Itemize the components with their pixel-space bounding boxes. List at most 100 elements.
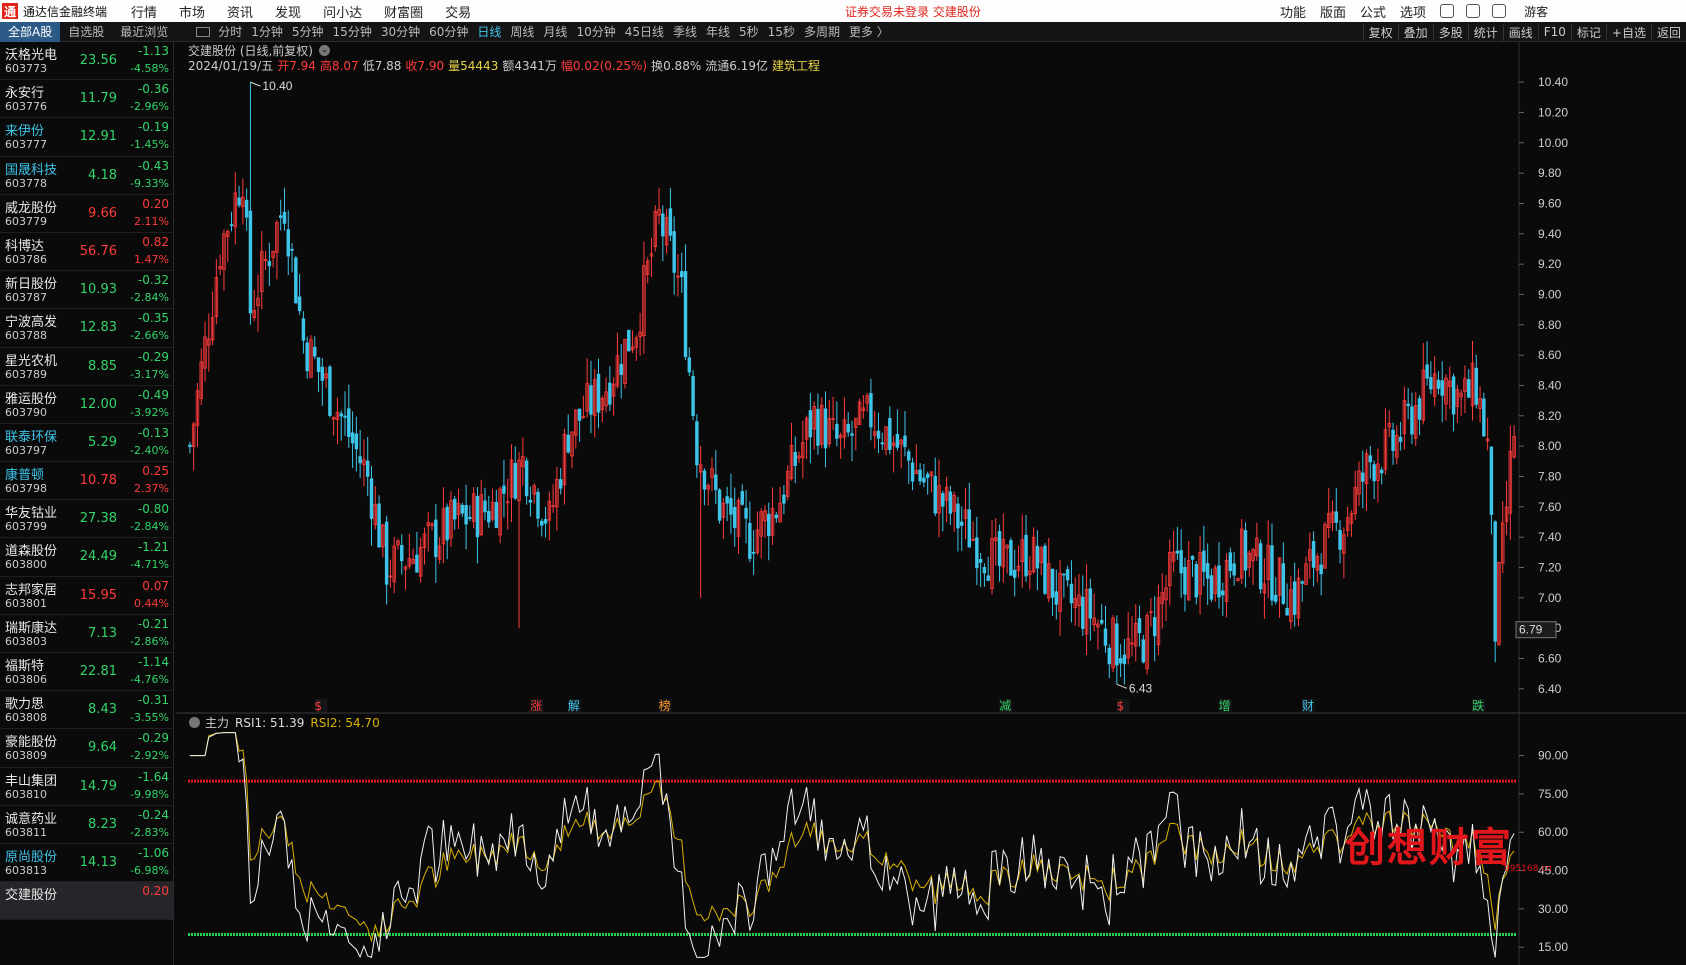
- stock-name: 康普顿: [5, 468, 45, 484]
- rsi2-line: [189, 732, 1515, 943]
- candle-body: [619, 364, 623, 375]
- refresh-icon[interactable]: [1440, 4, 1455, 18]
- period-tab-13[interactable]: 5秒: [739, 23, 759, 40]
- stock-row[interactable]: 志邦家居 603801 15.95 0.07 0.44%: [0, 577, 173, 615]
- candle-body: [278, 215, 283, 218]
- candle-body: [1175, 550, 1180, 554]
- stock-row[interactable]: 星光农机 603789 8.85 -0.29 -3.17%: [0, 348, 173, 386]
- menu-item-1[interactable]: 市场: [179, 2, 205, 21]
- tool-btn-7[interactable]: +自选: [1605, 23, 1651, 41]
- stock-row[interactable]: 沃格光电 603773 23.56 -1.13 -4.58%: [0, 42, 173, 81]
- guest-label[interactable]: 游客: [1524, 3, 1548, 20]
- period-tab-3[interactable]: 15分钟: [333, 23, 372, 40]
- period-tab-0[interactable]: 分时: [218, 23, 242, 40]
- candle-body: [1417, 398, 1422, 420]
- tool-btn-5[interactable]: F10: [1537, 25, 1571, 39]
- y-tick-label: 7.80: [1538, 469, 1562, 483]
- menu-right-item-1[interactable]: 版面: [1320, 2, 1346, 21]
- panel-toggle-icon[interactable]: [196, 26, 211, 37]
- candle-body: [229, 224, 234, 226]
- candle-body: [350, 432, 355, 444]
- stock-row[interactable]: 华友钴业 603799 27.38 -0.80 -2.84%: [0, 500, 173, 539]
- stock-row[interactable]: 福斯特 603806 22.81 -1.14 -4.76%: [0, 653, 173, 692]
- stock-percent: -2.96%: [130, 100, 169, 114]
- period-tab-15[interactable]: 多周期: [804, 23, 840, 40]
- menu-item-4[interactable]: 问小达: [323, 2, 362, 21]
- tool-btn-2[interactable]: 多股: [1432, 23, 1468, 41]
- menu-item-5[interactable]: 财富圈: [384, 2, 423, 21]
- stock-row[interactable]: 原尚股份 603813 14.13 -1.06 -6.98%: [0, 844, 173, 883]
- candle-body: [369, 478, 374, 519]
- stock-row[interactable]: 雅运股份 603790 12.00 -0.49 -3.92%: [0, 386, 173, 424]
- stock-code: 603803: [5, 634, 47, 648]
- period-tab-2[interactable]: 5分钟: [292, 23, 324, 40]
- menu-right-item-3[interactable]: 选项: [1400, 2, 1426, 21]
- menu-bar: 通 通达信金融终端 行情 市场 资讯 发现 问小达 财富圈 交易 证券交易未登录 交建股份 …: [0, 0, 1686, 22]
- stock-row[interactable]: 新日股份 603787 10.93 -0.32 -2.84%: [0, 271, 173, 310]
- menu-item-6[interactable]: 交易: [445, 2, 471, 21]
- period-tab-5[interactable]: 60分钟: [429, 23, 468, 40]
- stock-name: 诚意药业: [5, 811, 58, 827]
- list-tab-2[interactable]: 最近浏览: [112, 22, 176, 42]
- phone-icon[interactable]: [1466, 4, 1481, 18]
- stock-name: 华友钴业: [5, 506, 58, 522]
- candle-body: [244, 199, 249, 218]
- stock-price: 9.64: [88, 740, 117, 756]
- stock-row[interactable]: 宁波高发 603788 12.83 -0.35 -2.66%: [0, 309, 173, 348]
- period-tab-16[interactable]: 更多 〉: [849, 23, 889, 40]
- tool-btn-8[interactable]: 返回: [1650, 23, 1686, 41]
- period-tab-14[interactable]: 15秒: [768, 23, 795, 40]
- stock-row[interactable]: 丰山集团 603810 14.79 -1.64 -9.98%: [0, 768, 173, 806]
- stock-percent: -9.33%: [130, 176, 169, 190]
- mail-icon[interactable]: [1492, 4, 1507, 18]
- period-tab-4[interactable]: 30分钟: [381, 23, 420, 40]
- menu-item-3[interactable]: 发现: [275, 2, 301, 21]
- menu-right-item-2[interactable]: 公式: [1360, 2, 1386, 21]
- stock-row[interactable]: 豪能股份 603809 9.64 -0.29 -2.92%: [0, 729, 173, 768]
- period-tab-6[interactable]: 日线: [477, 23, 501, 40]
- rsi1-value: RSI1: 51.39: [235, 715, 305, 730]
- y-tick-label: 10.00: [1538, 136, 1568, 150]
- period-tab-7[interactable]: 周线: [510, 23, 534, 40]
- period-tab-11[interactable]: 季线: [673, 23, 697, 40]
- stock-row[interactable]: 科博达 603786 56.76 0.82 1.47%: [0, 233, 173, 272]
- stock-row[interactable]: 威龙股份 603779 9.66 0.20 2.11%: [0, 195, 173, 233]
- tool-btn-0[interactable]: 复权: [1362, 23, 1398, 41]
- list-tab-1[interactable]: 自选股: [60, 22, 112, 42]
- login-notice[interactable]: 证券交易未登录 交建股份: [845, 3, 981, 20]
- candle-body: [683, 271, 688, 358]
- stock-row[interactable]: 瑞斯康达 603803 7.13 -0.21 -2.86%: [0, 615, 173, 653]
- stock-row[interactable]: 国晟科技 603778 4.18 -0.43 -9.33%: [0, 157, 173, 195]
- stock-row[interactable]: 永安行 603776 11.79 -0.36 -2.96%: [0, 80, 173, 119]
- stock-row[interactable]: 歌力思 603808 8.43 -0.31 -3.55%: [0, 691, 173, 730]
- candle-body: [248, 210, 253, 314]
- tool-btn-1[interactable]: 叠加: [1397, 23, 1433, 41]
- stock-row[interactable]: 诚意药业 603811 8.23 -0.24 -2.83%: [0, 806, 173, 844]
- period-tab-10[interactable]: 45日线: [625, 23, 664, 40]
- list-tab-0[interactable]: 全部A股: [0, 21, 61, 42]
- indicator-dropdown-icon[interactable]: [189, 717, 200, 728]
- period-tab-9[interactable]: 10分钟: [576, 23, 615, 40]
- y-tick-label: 6.40: [1538, 682, 1562, 696]
- tool-btn-4[interactable]: 画线: [1502, 23, 1538, 41]
- stock-code: 603776: [5, 100, 47, 114]
- event-marker: 解: [568, 699, 580, 713]
- stock-row[interactable]: 联泰环保 603797 5.29 -0.13 -2.40%: [0, 424, 173, 463]
- period-tab-1[interactable]: 1分钟: [251, 23, 283, 40]
- candle-body: [1194, 564, 1199, 598]
- menu-item-0[interactable]: 行情: [131, 2, 157, 21]
- stock-price: 10.93: [79, 282, 117, 298]
- tool-btn-6[interactable]: 标记: [1570, 23, 1606, 41]
- tool-btn-3[interactable]: 统计: [1467, 23, 1503, 41]
- stock-price: 10.78: [79, 473, 117, 489]
- stock-row[interactable]: 来伊份 603777 12.91 -0.19 -1.45%: [0, 118, 173, 157]
- menu-right-item-0[interactable]: 功能: [1280, 2, 1306, 21]
- period-tab-12[interactable]: 年线: [706, 23, 730, 40]
- stock-row[interactable]: 交建股份 0.20: [0, 882, 173, 921]
- stock-name: 雅运股份: [5, 391, 58, 407]
- stock-row[interactable]: 道森股份 603800 24.49 -1.21 -4.71%: [0, 538, 173, 577]
- stock-row[interactable]: 康普顿 603798 10.78 0.25 2.37%: [0, 462, 173, 501]
- menu-item-2[interactable]: 资讯: [227, 2, 253, 21]
- stock-change: -0.35: [137, 311, 169, 326]
- period-tab-8[interactable]: 月线: [543, 23, 567, 40]
